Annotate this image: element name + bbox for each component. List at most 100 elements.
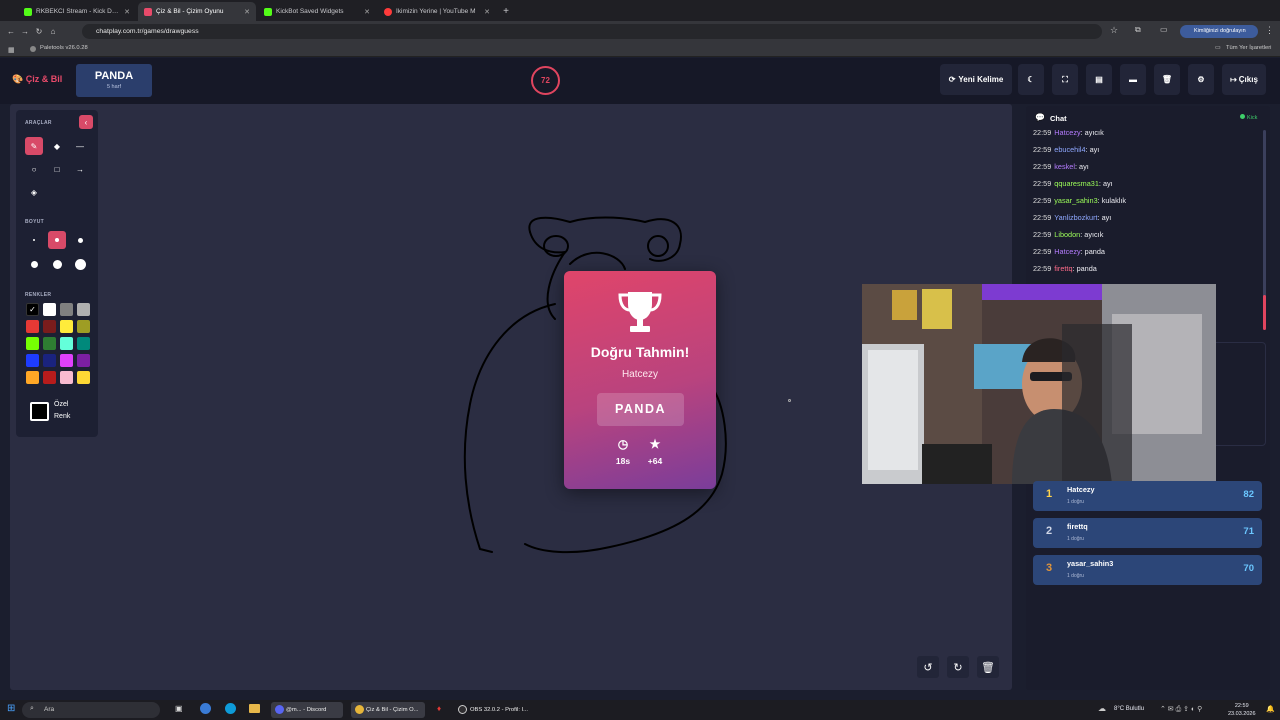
all-bookmarks[interactable]: Tüm Yer İşaretleri: [1226, 45, 1271, 51]
message-user[interactable]: Hatcezy: [1054, 128, 1080, 137]
logout-button[interactable]: ↦ Çıkış: [1222, 64, 1266, 95]
menu-icon[interactable]: ⋮: [1265, 25, 1274, 36]
theme-toggle-button[interactable]: ☾: [1018, 64, 1044, 95]
collapse-panel-button[interactable]: ‹: [79, 115, 93, 129]
message-user[interactable]: yasar_sahin3: [1054, 196, 1097, 205]
size-4-button[interactable]: [25, 255, 43, 273]
reload-icon[interactable]: ↻: [32, 27, 46, 36]
color-swatch[interactable]: [26, 320, 39, 333]
size-2-button[interactable]: [48, 231, 66, 249]
extensions-icon[interactable]: ⧉: [1135, 25, 1141, 35]
color-swatch[interactable]: [43, 303, 56, 316]
back-icon[interactable]: ←: [4, 27, 18, 36]
edge-icon[interactable]: [225, 703, 236, 714]
color-swatch[interactable]: [77, 337, 90, 350]
forward-icon[interactable]: →: [18, 27, 32, 36]
points-stat: ★ +64: [640, 437, 670, 466]
apps-grid-icon[interactable]: ▦: [8, 46, 15, 54]
size-5-button[interactable]: [48, 255, 66, 273]
color-swatch[interactable]: [26, 354, 39, 367]
weather-label[interactable]: 8°C Bulutlu: [1114, 706, 1144, 712]
windows-start-icon[interactable]: ⊞: [7, 703, 15, 714]
home-icon[interactable]: ⌂: [46, 27, 60, 36]
color-swatch[interactable]: [60, 371, 73, 384]
window-button[interactable]: ▬: [1120, 64, 1146, 95]
file-explorer-icon[interactable]: [249, 704, 260, 713]
color-swatch[interactable]: [60, 303, 73, 316]
line-tool[interactable]: —: [71, 137, 89, 155]
color-swatch[interactable]: [60, 337, 73, 350]
chat-scrollbar[interactable]: [1263, 130, 1266, 330]
window-icon: ▬: [1129, 75, 1137, 84]
app-logo[interactable]: 🎨 Çiz & Bil: [12, 74, 62, 85]
clear-canvas-button[interactable]: 🗑: [977, 656, 999, 678]
app-red-icon[interactable]: ♦: [437, 704, 441, 713]
custom-color-label-2: Renk: [54, 413, 71, 420]
tab-kick-dashboard[interactable]: RKBEKCI Stream - Kick Dashboa ✕: [18, 2, 136, 21]
bookmark-star-icon[interactable]: ☆: [1110, 25, 1118, 36]
profile-button[interactable]: Kimliğinizi doğrulayın: [1180, 25, 1258, 38]
tab-youtube-music[interactable]: İkimizin Yerine | YouTube M ✕: [378, 2, 496, 21]
eraser-tool[interactable]: ◆: [48, 137, 66, 155]
custom-color-label-1: Özel: [54, 401, 69, 408]
message-user[interactable]: Yanlizbozkurt: [1054, 213, 1097, 222]
arrow-tool[interactable]: →: [71, 160, 89, 178]
message-user[interactable]: ebucehil4: [1054, 145, 1085, 154]
taskbar-search[interactable]: Ara: [22, 702, 160, 718]
color-swatch[interactable]: [77, 320, 90, 333]
message-text: : panda: [1072, 264, 1097, 273]
copilot-icon[interactable]: [200, 703, 211, 714]
tab-ciz-bil[interactable]: Çiz & Bil - Çizim Oyunu ✕: [138, 2, 256, 21]
close-tab-icon[interactable]: ✕: [124, 8, 130, 16]
message-user[interactable]: firettq: [1054, 264, 1072, 273]
custom-color-button[interactable]: Özel Renk: [54, 399, 70, 423]
color-swatch[interactable]: [26, 337, 39, 350]
settings-button[interactable]: ⚙: [1188, 64, 1214, 95]
color-swatch[interactable]: [43, 320, 56, 333]
size-3-button[interactable]: [71, 231, 89, 249]
rectangle-tool[interactable]: □: [48, 160, 66, 178]
color-swatch[interactable]: ✓: [26, 303, 39, 316]
chat-scrollbar-thumb[interactable]: [1263, 295, 1266, 330]
custom-color-swatch[interactable]: [30, 402, 49, 421]
redo-button[interactable]: ↻: [947, 656, 969, 678]
color-swatch[interactable]: [77, 303, 90, 316]
color-swatch[interactable]: [77, 371, 90, 384]
square-icon: □: [54, 164, 60, 174]
clear-button[interactable]: 🗑: [1154, 64, 1180, 95]
message-user[interactable]: Hatcezy: [1054, 247, 1080, 256]
fullscreen-button[interactable]: ⛶: [1052, 64, 1078, 95]
bookmarks-bar: ▦ Paletools v26.0.28 ▭ Tüm Yer İşaretler…: [0, 42, 1280, 57]
tab-kickbot-widgets[interactable]: KickBot Saved Widgets ✕: [258, 2, 376, 21]
fill-tool[interactable]: ◈: [25, 183, 43, 201]
cast-icon[interactable]: ▭: [1160, 25, 1168, 34]
undo-button[interactable]: ↺: [917, 656, 939, 678]
notification-icon[interactable]: 🔔: [1266, 705, 1275, 713]
tray-icons[interactable]: ⌃ ✉ ⎙ ⇪ ◐ ⚲: [1160, 705, 1202, 714]
close-tab-icon[interactable]: ✕: [244, 8, 250, 16]
circle-tool[interactable]: ○: [25, 160, 43, 178]
color-swatch[interactable]: [60, 320, 73, 333]
size-6-button[interactable]: [71, 255, 89, 273]
color-swatch[interactable]: [43, 371, 56, 384]
new-tab-button[interactable]: +: [498, 2, 514, 21]
color-swatch[interactable]: [43, 337, 56, 350]
url-input[interactable]: chatplay.com.tr/games/drawguess: [82, 24, 1102, 39]
color-swatch[interactable]: [60, 354, 73, 367]
size-1-button[interactable]: [25, 231, 43, 249]
color-swatch[interactable]: [26, 371, 39, 384]
task-view-icon[interactable]: ▣: [175, 704, 183, 713]
close-tab-icon[interactable]: ✕: [364, 8, 370, 16]
new-word-button[interactable]: ⟳ Yeni Kelime: [940, 64, 1012, 95]
chat-message: 22:59 yasar_sahin3: kulaklık: [1033, 196, 1126, 205]
message-user[interactable]: keskel: [1054, 162, 1075, 171]
bookmark-paletools[interactable]: Paletools v26.0.28: [40, 45, 88, 51]
color-swatch[interactable]: [43, 354, 56, 367]
color-swatch[interactable]: [77, 354, 90, 367]
clock[interactable]: 22:59 23.03.2026: [1228, 702, 1256, 718]
pen-tool[interactable]: ✎: [25, 137, 43, 155]
message-user[interactable]: qquaresma31: [1054, 179, 1099, 188]
layout-button[interactable]: ▤: [1086, 64, 1112, 95]
close-tab-icon[interactable]: ✕: [484, 8, 490, 16]
message-user[interactable]: Libodon: [1054, 230, 1080, 239]
